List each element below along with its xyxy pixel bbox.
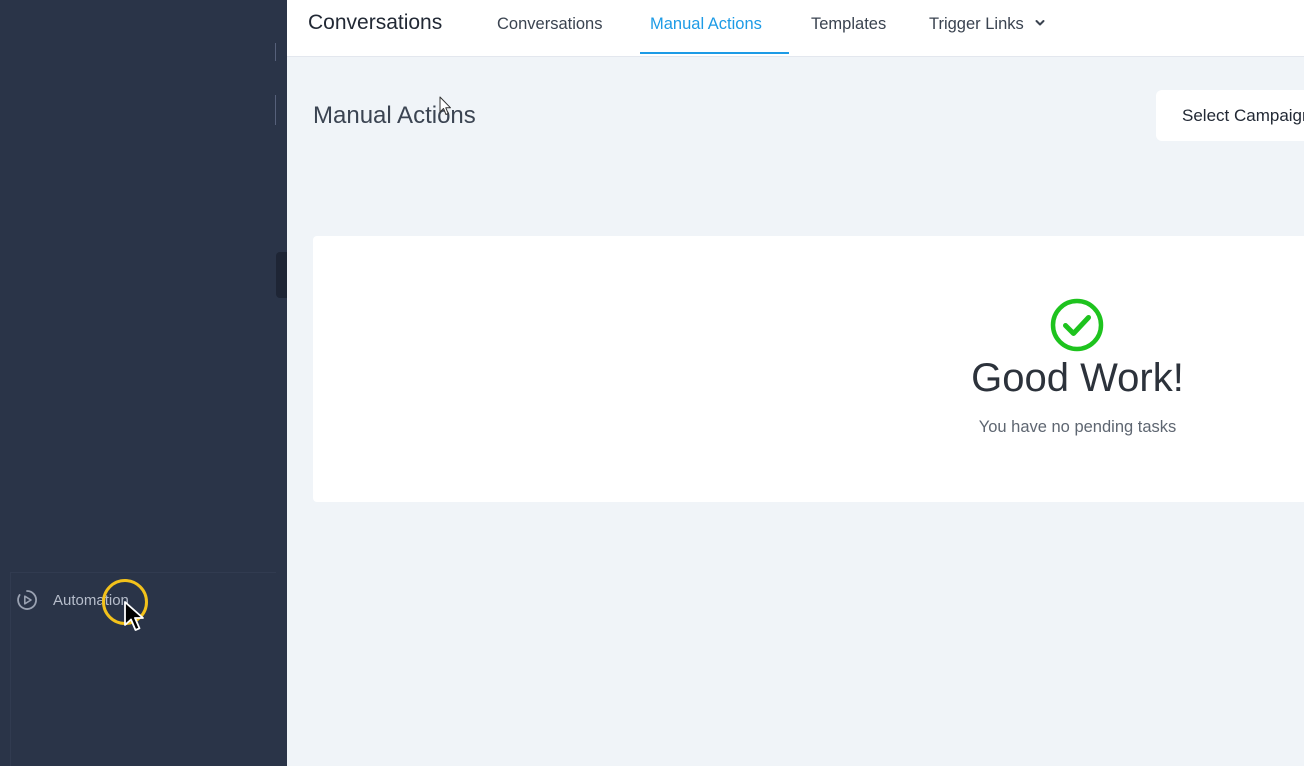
tab-trigger-links-label: Trigger Links (929, 15, 1024, 33)
sidebar-item-automation[interactable]: Automation (16, 586, 129, 614)
tab-templates[interactable]: Templates (811, 15, 886, 34)
empty-state-card: Good Work! You have no pending tasks (313, 236, 1304, 502)
sidebar: Automation (0, 0, 287, 766)
sidebar-divider (275, 95, 276, 125)
tab-manual-actions[interactable]: Manual Actions (650, 15, 762, 34)
automation-play-icon (16, 589, 38, 611)
sidebar-collapse-handle[interactable] (276, 252, 287, 298)
app-title: Conversations (308, 11, 443, 34)
main-content: Manual Actions Select Campaign Good Work… (287, 58, 1304, 766)
chevron-down-icon (1034, 15, 1046, 34)
page-title: Manual Actions (313, 102, 476, 129)
app-window: Automation Conversations Conversations M… (0, 0, 1304, 766)
select-campaign-dropdown[interactable]: Select Campaign (1156, 90, 1304, 141)
sidebar-item-label: Automation (53, 591, 129, 609)
sidebar-divider (275, 43, 276, 61)
tab-conversations[interactable]: Conversations (497, 15, 602, 34)
empty-state-title: Good Work! (971, 356, 1184, 400)
tab-trigger-links[interactable]: Trigger Links (929, 15, 1046, 34)
empty-state-subtitle: You have no pending tasks (978, 418, 1177, 436)
top-navigation-bar: Conversations Conversations Manual Actio… (287, 0, 1304, 57)
active-tab-indicator (640, 52, 789, 54)
check-circle-icon (1050, 298, 1104, 352)
